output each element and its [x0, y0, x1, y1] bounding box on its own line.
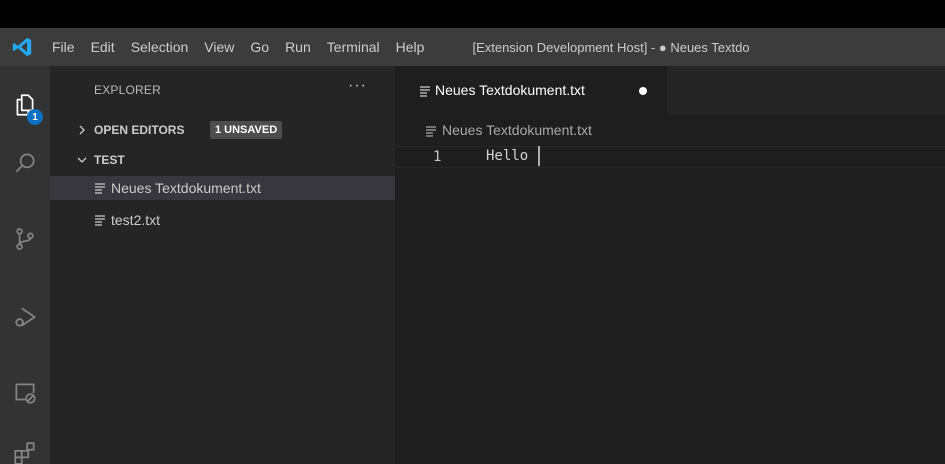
chevron-right-icon: [79, 125, 85, 135]
explorer-sidebar: EXPLORER ··· OPEN EDITORS 1 UNSAVED TEST…: [50, 66, 395, 464]
text-file-icon: [426, 126, 436, 137]
menu-go[interactable]: Go: [242, 28, 277, 66]
search-icon[interactable]: [0, 138, 50, 188]
unsaved-dot-icon[interactable]: [639, 87, 647, 95]
open-editors-section[interactable]: OPEN EDITORS 1 UNSAVED: [50, 118, 395, 142]
editor-area: Neues Textdokument.txt Neues Textdokumen…: [395, 66, 945, 464]
text-cursor: [538, 146, 540, 166]
menu-run[interactable]: Run: [277, 28, 319, 66]
current-line-highlight: [395, 146, 945, 168]
vscode-window: File Edit Selection View Go Run Terminal…: [0, 0, 945, 464]
line-number: 1: [433, 149, 442, 165]
explorer-title: EXPLORER: [94, 83, 161, 97]
activity-bar: 1: [0, 66, 50, 464]
title-bar: File Edit Selection View Go Run Terminal…: [0, 28, 945, 66]
menu-view[interactable]: View: [196, 28, 242, 66]
folder-label: TEST: [94, 153, 125, 167]
text-file-icon: [95, 183, 105, 194]
remote-explorer-icon[interactable]: [0, 368, 50, 418]
vscode-logo-icon[interactable]: [0, 28, 44, 66]
folder-test-section[interactable]: TEST: [50, 148, 395, 172]
text-file-icon: [95, 215, 105, 226]
explorer-badge: 1: [27, 109, 43, 125]
file-item-test2[interactable]: test2.txt: [50, 208, 395, 232]
file-name: test2.txt: [111, 212, 161, 228]
screen-top-border: [0, 0, 945, 28]
tab-neues-textdokument[interactable]: Neues Textdokument.txt: [395, 66, 667, 114]
extensions-icon[interactable]: [0, 428, 50, 464]
menu-selection[interactable]: Selection: [123, 28, 197, 66]
open-editors-label: OPEN EDITORS: [94, 123, 185, 137]
source-control-icon[interactable]: [0, 214, 50, 264]
editor-tab-bar: Neues Textdokument.txt: [395, 66, 945, 114]
tab-label: Neues Textdokument.txt: [435, 82, 585, 98]
explorer-icon[interactable]: 1: [0, 80, 50, 130]
text-file-icon: [420, 86, 430, 97]
menu-edit[interactable]: Edit: [83, 28, 123, 66]
more-actions-icon[interactable]: ···: [348, 77, 367, 95]
explorer-header: EXPLORER ···: [50, 66, 395, 114]
window-title: [Extension Development Host] - ● Neues T…: [472, 39, 750, 55]
menu-help[interactable]: Help: [388, 28, 433, 66]
chevron-down-icon: [77, 157, 87, 163]
file-name: Neues Textdokument.txt: [111, 180, 261, 196]
menu-terminal[interactable]: Terminal: [319, 28, 388, 66]
code-line[interactable]: Hello: [486, 148, 528, 164]
unsaved-badge: 1 UNSAVED: [210, 121, 283, 139]
breadcrumb-file[interactable]: Neues Textdokument.txt: [442, 122, 592, 138]
file-item-neues-textdokument[interactable]: Neues Textdokument.txt: [50, 176, 395, 200]
run-debug-icon[interactable]: [0, 292, 50, 342]
menu-file[interactable]: File: [44, 28, 83, 66]
